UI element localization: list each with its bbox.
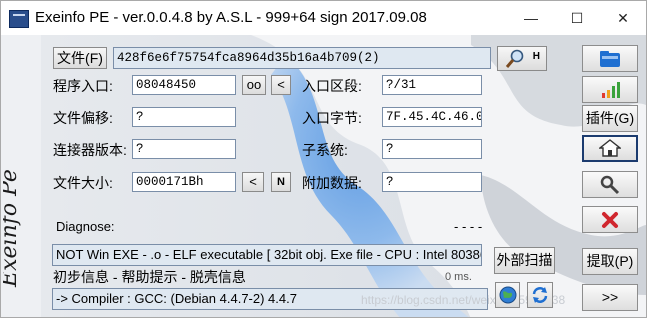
exeinfo-logo: Exeinfo Pe — [1, 135, 29, 317]
wrench-icon — [600, 175, 620, 195]
home-button[interactable] — [582, 135, 638, 162]
magnifier-icon — [505, 49, 524, 68]
size-back-button[interactable]: < — [242, 172, 264, 192]
external-scan-button[interactable]: 外部扫描 — [494, 247, 555, 274]
file-size-field[interactable]: 0000171Bh — [132, 172, 236, 192]
folder-icon — [600, 51, 620, 67]
overlay-label: 附加数据: — [302, 175, 362, 191]
linker-version-field[interactable]: ? — [132, 139, 236, 159]
globe-icon — [499, 286, 517, 304]
file-button[interactable]: 文件(F) — [53, 47, 107, 69]
subsystem-field[interactable]: ? — [382, 139, 482, 159]
signal-button[interactable] — [582, 76, 638, 103]
hash-label: H — [532, 51, 540, 62]
red-x-icon — [602, 212, 618, 228]
main-panel: Exeinfo Pe 文件(F) 428f6e6f75754fca8964d35… — [1, 35, 646, 317]
refresh-button[interactable] — [527, 282, 553, 308]
entry-back-button[interactable]: < — [271, 75, 291, 95]
maximize-button[interactable]: ☐ — [554, 1, 600, 35]
exit-button[interactable] — [582, 206, 638, 233]
entry-bytes-field[interactable]: 7F.45.4C.46.01 — [382, 107, 482, 127]
linker-version-label: 连接器版本: — [53, 142, 127, 158]
signal-bars-icon — [602, 82, 620, 98]
plugins-button[interactable]: 插件(G) — [582, 105, 638, 132]
app-window: Exeinfo PE - ver.0.0.4.8 by A.S.L - 999+… — [0, 0, 647, 318]
oo-button[interactable]: oo — [242, 75, 266, 95]
next-button[interactable]: >> — [582, 284, 638, 311]
entry-section-label: 入口区段: — [302, 78, 362, 94]
info-links[interactable]: 初步信息 - 帮助提示 - 脱壳信息 — [53, 267, 246, 287]
logo-text: Exeinfo Pe — [3, 169, 22, 288]
subsystem-label: 子系统: — [302, 142, 348, 158]
title-bar: Exeinfo PE - ver.0.0.4.8 by A.S.L - 999+… — [1, 1, 646, 35]
minimize-button[interactable]: — — [508, 1, 554, 35]
close-button[interactable]: ✕ — [600, 1, 646, 35]
entry-section-field[interactable]: ?/31 — [382, 75, 482, 95]
tools-button[interactable] — [582, 171, 638, 198]
file-path-field[interactable]: 428f6e6f75754fca8964d35b16a4b709(2) — [113, 47, 491, 69]
scan-result-field[interactable]: NOT Win EXE - .o - ELF executable [ 32bi… — [52, 244, 482, 266]
diagnose-label: Diagnose: — [56, 219, 115, 234]
entry-point-field[interactable]: 08048450 — [132, 75, 236, 95]
refresh-icon — [532, 287, 548, 303]
open-folder-button[interactable] — [582, 45, 638, 72]
entry-point-label: 程序入口: — [53, 78, 113, 94]
globe-button[interactable] — [495, 282, 520, 308]
scan-time: 0 ms. — [445, 271, 472, 283]
file-size-label: 文件大小: — [53, 175, 113, 191]
overlay-field[interactable]: ? — [382, 172, 482, 192]
size-n-button[interactable]: N — [271, 172, 291, 192]
window-title: Exeinfo PE - ver.0.0.4.8 by A.S.L - 999+… — [35, 9, 427, 26]
home-icon — [598, 139, 622, 157]
app-icon — [9, 10, 29, 28]
file-offset-label: 文件偏移: — [53, 110, 113, 126]
extract-button[interactable]: 提取(P) — [582, 248, 638, 275]
entry-bytes-label: 入口字节: — [302, 110, 362, 126]
search-button[interactable]: H — [497, 46, 547, 71]
diagnose-dashes: - - - - — [454, 219, 483, 234]
file-offset-field[interactable]: ? — [132, 107, 236, 127]
